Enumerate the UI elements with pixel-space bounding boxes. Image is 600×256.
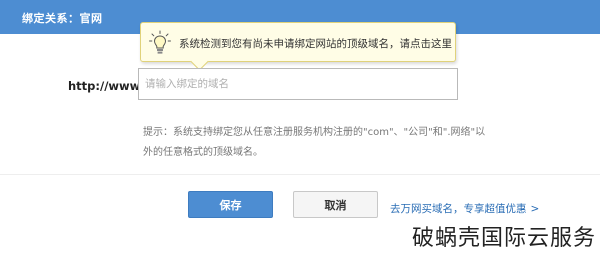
save-button[interactable]: 保存 xyxy=(188,191,273,218)
buy-domain-link[interactable]: 去万网买域名，专享超值优惠 > xyxy=(390,201,539,216)
cancel-button[interactable]: 取消 xyxy=(293,191,378,218)
chevron-right-icon: > xyxy=(530,203,540,215)
hint-text-line-1: 提示：系统支持绑定您从任意注册服务机构注册的"com"、"公司"和".网络"以 xyxy=(143,127,486,138)
url-prefix-label: http://www. xyxy=(68,79,144,93)
cancel-button-label: 取消 xyxy=(324,198,347,212)
lightbulb-icon xyxy=(149,30,171,56)
watermark-text: 破蜗壳国际云服务 xyxy=(411,226,596,251)
hint-text-line-2: 外的任意格式的顶级域名。 xyxy=(143,147,263,158)
binding-tip-bubble[interactable]: 系统检测到您有尚未申请绑定网站的顶级域名，请点击这里 xyxy=(140,22,456,62)
domain-input[interactable] xyxy=(138,68,458,100)
header-title: 绑定关系：官网 xyxy=(22,12,103,25)
save-button-label: 保存 xyxy=(219,198,242,212)
tip-text[interactable]: 系统检测到您有尚未申请绑定网站的顶级域名，请点击这里 xyxy=(179,36,452,51)
buy-domain-link-label: 去万网买域名，专享超值优惠 xyxy=(390,203,527,215)
divider xyxy=(0,174,600,175)
